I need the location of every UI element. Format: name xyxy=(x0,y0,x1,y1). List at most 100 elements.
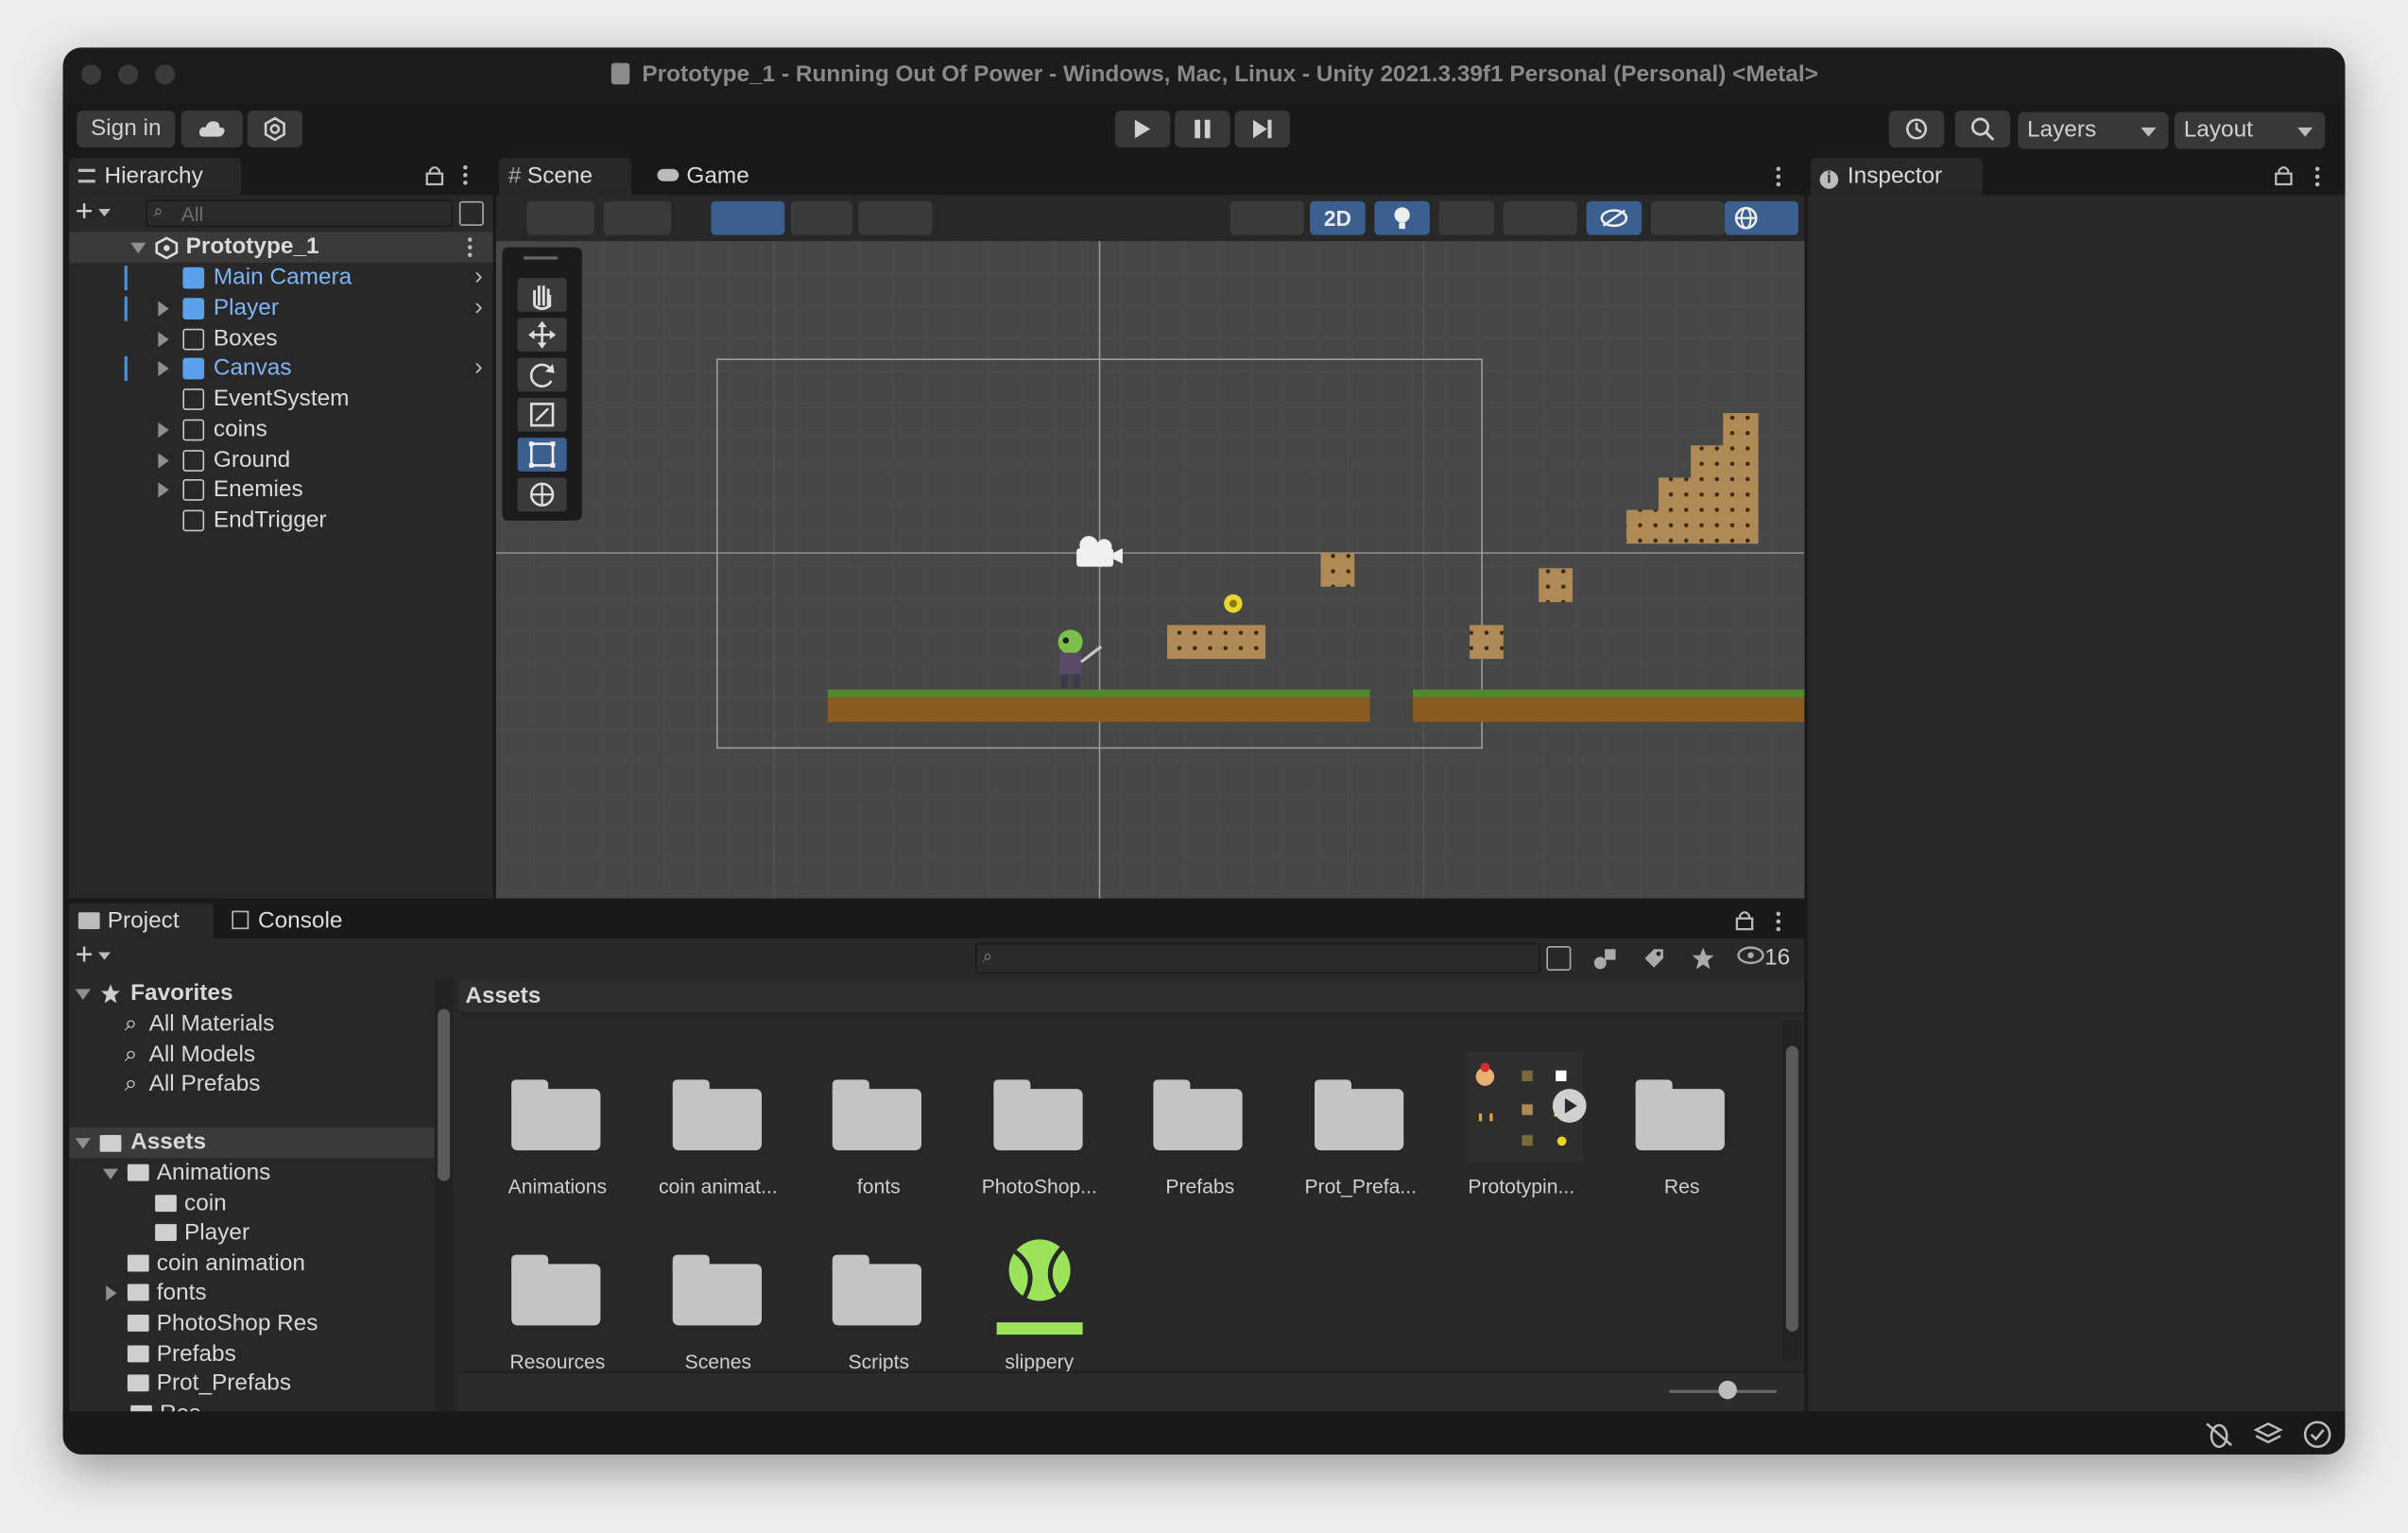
hand-tool[interactable] xyxy=(517,278,567,312)
asset-tile[interactable]: Prototypin... xyxy=(1444,1049,1598,1203)
effects-dropdown[interactable] xyxy=(1503,200,1577,235)
asset-tile[interactable]: PhotoShop... xyxy=(963,1049,1117,1203)
collapse-arrow-icon[interactable] xyxy=(102,1168,119,1180)
asset-tile[interactable]: Animations xyxy=(481,1049,635,1203)
scene-more-icon[interactable] xyxy=(1776,166,1782,188)
hierarchy-item[interactable]: Main Camera › xyxy=(69,263,493,294)
asset-tile[interactable]: coin animat... xyxy=(642,1049,796,1203)
layers-stack-icon[interactable] xyxy=(2253,1421,2284,1448)
sign-in-button[interactable]: Sign in xyxy=(77,111,176,147)
folder-row-res[interactable]: Res xyxy=(130,1399,438,1412)
lock-icon[interactable] xyxy=(425,164,444,186)
inspector-lock-icon[interactable] xyxy=(2275,164,2294,186)
open-prefab-chevron-icon[interactable]: › xyxy=(474,263,483,294)
scene-viewport[interactable] xyxy=(495,241,1805,899)
shading-dropdown[interactable] xyxy=(603,200,672,235)
create-dropdown[interactable]: + xyxy=(76,197,128,228)
collapse-arrow-icon[interactable] xyxy=(130,242,146,254)
project-lock-icon[interactable] xyxy=(1735,909,1754,931)
ruler-dropdown[interactable] xyxy=(858,200,933,235)
expand-arrow-icon[interactable] xyxy=(158,482,169,498)
favorite-item[interactable]: ⌕ All Models xyxy=(125,1039,432,1070)
hidden-packages-count[interactable]: 16 xyxy=(1737,943,1805,974)
filter-by-type-icon[interactable] xyxy=(1592,946,1617,971)
asset-folder-row[interactable]: PhotoShop Res xyxy=(127,1309,435,1340)
asset-tile[interactable]: Prot_Prefa... xyxy=(1284,1049,1438,1203)
label-filter-icon[interactable] xyxy=(1642,946,1666,971)
scene-root-row[interactable]: Prototype_1 xyxy=(69,232,493,263)
more-options-icon[interactable] xyxy=(462,164,472,186)
grid-snapping-toggle[interactable] xyxy=(711,200,785,235)
asset-tile[interactable]: Scenes xyxy=(642,1224,796,1378)
camera-dropdown[interactable] xyxy=(1650,200,1725,235)
asset-folder-row[interactable]: coin xyxy=(155,1188,459,1219)
grid-scrollbar-thumb[interactable] xyxy=(1785,1045,1798,1332)
hidden-objects-toggle[interactable] xyxy=(1586,200,1643,235)
expand-arrow-icon[interactable] xyxy=(158,331,169,347)
cloud-button[interactable] xyxy=(181,111,243,147)
open-prefab-chevron-icon[interactable]: › xyxy=(474,353,483,385)
search-by-type-icon[interactable] xyxy=(1546,946,1572,971)
grid-scrollbar[interactable] xyxy=(1782,1021,1802,1360)
tab-project[interactable]: Project xyxy=(69,903,214,940)
check-circle-icon[interactable] xyxy=(2302,1420,2333,1451)
hierarchy-item[interactable]: Enemies xyxy=(69,475,493,507)
tree-scrollbar[interactable] xyxy=(434,978,454,1412)
asset-tile[interactable]: Resources xyxy=(481,1224,635,1378)
tab-hierarchy[interactable]: Hierarchy xyxy=(69,158,242,196)
layers-dropdown[interactable]: Layers xyxy=(2018,112,2169,149)
tab-inspector[interactable]: i Inspector xyxy=(1810,158,1983,196)
asset-tile[interactable]: Scripts xyxy=(802,1224,956,1378)
zoom-window-button[interactable] xyxy=(155,64,176,85)
assets-breadcrumb[interactable]: Assets xyxy=(458,979,1805,1014)
drag-handle-icon[interactable] xyxy=(524,256,558,260)
tab-console[interactable]: Console xyxy=(223,904,377,940)
tree-scrollbar-thumb[interactable] xyxy=(438,1008,451,1181)
transform-tool[interactable] xyxy=(517,477,567,512)
hierarchy-item[interactable]: EndTrigger xyxy=(69,506,493,537)
gizmos-dropdown[interactable] xyxy=(1724,200,1798,235)
assets-root-row[interactable]: Assets xyxy=(69,1127,435,1159)
bug-icon[interactable] xyxy=(2204,1421,2235,1449)
asset-folder-row[interactable]: Prot_Prefabs xyxy=(127,1369,435,1400)
hierarchy-item[interactable]: Canvas › xyxy=(69,353,493,385)
draw-mode-dropdown[interactable] xyxy=(526,200,594,235)
asset-folder-row[interactable]: coin animation xyxy=(127,1249,435,1280)
asset-tile[interactable]: Prefabs xyxy=(1124,1049,1278,1203)
tab-scene[interactable]: # Scene xyxy=(499,158,631,196)
asset-tile[interactable]: Res xyxy=(1605,1049,1759,1203)
toggle-2d-button[interactable]: 2D xyxy=(1310,200,1366,235)
scene-options-icon[interactable] xyxy=(467,236,473,258)
asset-folder-row[interactable]: Player xyxy=(155,1218,459,1249)
hierarchy-search-input[interactable]: ⌕ All xyxy=(146,199,454,228)
hierarchy-item[interactable]: coins xyxy=(69,414,493,445)
hierarchy-item[interactable]: Player › xyxy=(69,293,493,324)
scene-visibility-icon[interactable] xyxy=(458,200,484,226)
step-button[interactable] xyxy=(1234,111,1290,147)
asset-folder-row[interactable]: Prefabs xyxy=(127,1338,435,1369)
expand-arrow-icon[interactable] xyxy=(158,301,169,317)
hierarchy-item[interactable]: Boxes xyxy=(69,323,493,354)
close-window-button[interactable] xyxy=(81,64,102,85)
pause-button[interactable] xyxy=(1175,111,1230,147)
inspector-more-icon[interactable] xyxy=(2314,166,2321,188)
asset-tile[interactable]: fonts xyxy=(802,1049,956,1203)
play-button[interactable] xyxy=(1114,111,1171,147)
project-search-input[interactable]: ⌕ xyxy=(974,942,1540,974)
minimize-window-button[interactable] xyxy=(118,64,139,85)
asset-tile[interactable]: slippery xyxy=(963,1224,1117,1378)
collapse-arrow-icon[interactable] xyxy=(75,1138,91,1149)
hierarchy-item[interactable]: Ground xyxy=(69,444,493,475)
favorites-header[interactable]: Favorites xyxy=(69,978,459,1009)
scale-tool[interactable] xyxy=(517,397,567,432)
undo-history-button[interactable] xyxy=(1888,111,1945,147)
search-button[interactable] xyxy=(1954,111,2011,147)
collab-button[interactable] xyxy=(247,111,303,147)
expand-arrow-icon[interactable] xyxy=(158,361,169,377)
tab-game[interactable]: Game xyxy=(646,158,769,195)
expand-arrow-icon[interactable] xyxy=(158,452,169,468)
favorite-item[interactable]: ⌕ All Materials xyxy=(125,1009,432,1041)
project-create-dropdown[interactable]: + xyxy=(76,940,128,971)
collapse-arrow-icon[interactable] xyxy=(75,989,91,1000)
audio-toggle[interactable] xyxy=(1438,200,1495,235)
